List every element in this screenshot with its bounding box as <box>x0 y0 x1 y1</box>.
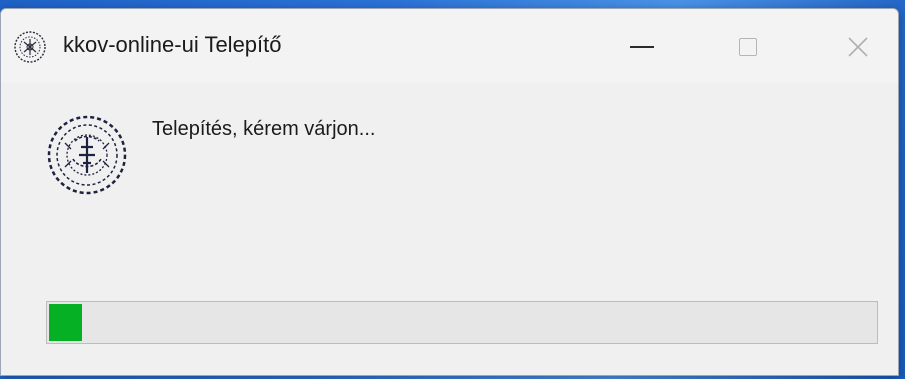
seal-logo-icon <box>47 115 127 195</box>
window-title: kkov-online-ui Telepítő <box>63 32 282 57</box>
installer-window: kkov-online-ui Telepítő Telepítés, kérem… <box>0 8 899 376</box>
close-icon <box>848 37 868 57</box>
title-bar[interactable]: kkov-online-ui Telepítő <box>1 9 898 83</box>
minimize-button[interactable] <box>602 21 682 73</box>
dialog-content: Telepítés, kérem várjon... <box>1 83 898 375</box>
maximize-icon <box>739 38 757 56</box>
close-button[interactable] <box>818 21 898 73</box>
minimize-icon <box>630 46 654 48</box>
status-message: Telepítés, kérem várjon... <box>152 118 376 140</box>
seal-logo-icon <box>14 31 46 63</box>
maximize-button[interactable] <box>708 21 788 73</box>
install-progress-bar <box>46 301 878 344</box>
progress-bar-fill <box>49 304 82 341</box>
